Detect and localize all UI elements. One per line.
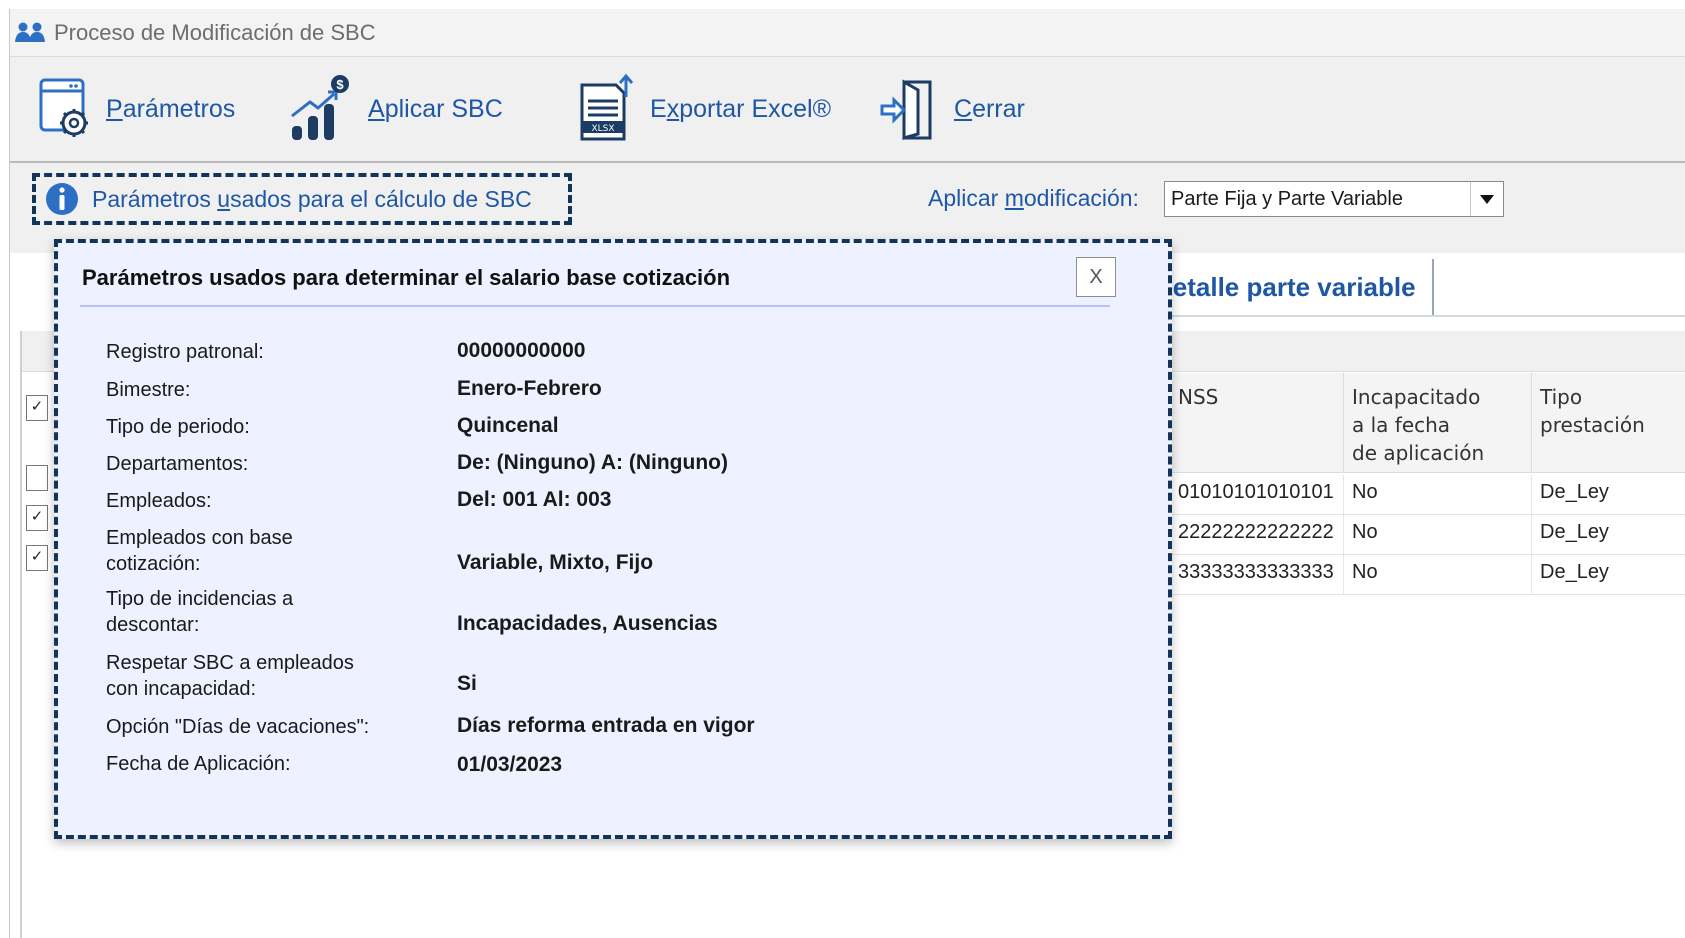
cell-nss: 33333333333333 [1170,555,1344,595]
bar-chart-dollar-icon: $ [291,75,349,140]
parametros-button[interactable]: Parámetros [38,71,235,147]
app-window: Proceso de Modificación de SBC Parámetro… [9,9,1685,938]
column-header-nss[interactable]: NSS [1170,373,1344,473]
param-label-line: con incapacidad: [106,678,257,700]
aplicar-sbc-label: Aplicar SBC [368,94,503,123]
param-label: Fecha de Aplicación: [106,753,291,775]
cell-tipo-prestacion: De_Ley [1532,475,1685,515]
param-label: Bimestre: [106,379,191,401]
column-header-tipo-prestacion[interactable]: Tipo prestación [1532,373,1685,473]
param-label: Empleados: [106,490,212,512]
param-label: Tipo de incidencias a descontar: [106,586,416,638]
cerrar-button[interactable]: Cerrar [880,71,1025,147]
aplicar-sbc-button[interactable]: $ Aplicar SBC [288,71,503,147]
header-text-line: Tipo [1540,385,1583,409]
close-button[interactable]: X [1076,257,1116,297]
param-value: 00000000000 [457,339,586,362]
parametros-label: Parámetros [106,94,236,123]
cell-tipo-prestacion: De_Ley [1532,555,1685,595]
param-value: Incapacidades, Ausencias [457,612,718,635]
svg-text:XLSX: XLSX [591,124,614,134]
grid-left-border [20,331,22,938]
param-label: Empleados con base cotización: [106,525,416,577]
tab-label: Detalle parte variable [1154,271,1416,302]
param-label: Departamentos: [106,453,249,475]
column-header-incapacitado[interactable]: Incapacitado a la fecha de aplicación [1344,373,1532,473]
param-label: Tipo de periodo: [106,416,250,438]
param-value: Del: 001 Al: 003 [457,488,612,511]
param-value: Quincenal [457,414,559,437]
tab-detalle-parte-variable[interactable]: Detalle parte variable [1134,259,1434,315]
cell-incapacitado: No [1344,555,1532,595]
cell-nss: 22222222222222 [1170,515,1344,555]
param-label: Opción "Días de vacaciones": [106,716,370,738]
row-checkbox[interactable] [26,465,48,491]
param-label-line: cotización: [106,553,201,575]
param-label: Respetar SBC a empleados con incapacidad… [106,650,416,702]
param-value: 01/03/2023 [457,753,563,776]
toolbar: Parámetros $ Aplicar SBC XLSX Exportar E… [10,57,1685,163]
title-bar: Proceso de Modificación de SBC [10,9,1685,57]
param-value: Enero-Febrero [457,377,602,400]
header-text-line: a la fecha [1352,413,1451,437]
popup-title: Parámetros usados para determinar el sal… [82,265,731,290]
window-title: Proceso de Modificación de SBC [54,19,376,45]
param-label-line: Empleados con base [106,527,293,549]
chevron-down-icon[interactable] [1470,182,1503,216]
header-text-line: prestación [1540,413,1645,437]
sbc-parameters-link[interactable]: Parámetros usados para el cálculo de SBC [32,173,572,225]
cell-incapacitado: No [1344,475,1532,515]
cell-tipo-prestacion: De_Ley [1532,515,1685,555]
exit-door-icon [880,79,932,140]
header-text: NSS [1178,385,1219,409]
sbc-parameters-label: Parámetros usados para el cálculo de SBC [92,185,532,212]
param-label-line: Tipo de incidencias a [106,588,294,610]
svg-text:$: $ [336,77,344,92]
cell-nss: 01010101010101 [1170,475,1344,515]
people-icon [15,22,45,42]
exportar-excel-label: Exportar Excel® [650,94,831,123]
info-icon [46,183,78,215]
param-value: Variable, Mixto, Fijo [457,551,654,574]
sbc-parameters-popup: Parámetros usados para determinar el sal… [54,239,1172,839]
excel-export-icon: XLSX [580,73,634,141]
cell-incapacitado: No [1344,515,1532,555]
param-value: Días reforma entrada en vigor [457,714,755,737]
tab-divider [1134,315,1685,317]
param-value: De: (Ninguno) A: (Ninguno) [457,451,728,474]
popup-divider [80,305,1110,307]
apply-modification-select[interactable]: Parte Fija y Parte Variable [1164,181,1504,217]
param-label: Registro patronal: [106,341,264,363]
param-label-line: descontar: [106,614,200,636]
header-text-line: de aplicación [1352,441,1485,465]
header-text-line: Incapacitado [1352,385,1481,409]
header-select-checkbox[interactable]: ✓ [26,395,48,421]
close-icon: X [1089,265,1103,288]
cerrar-label: Cerrar [954,94,1025,123]
apply-modification-label: Aplicar modificación: [928,185,1139,211]
exportar-excel-button[interactable]: XLSX Exportar Excel® [576,71,831,147]
settings-window-icon [39,78,88,137]
param-label-line: Respetar SBC a empleados [106,652,354,674]
row-checkbox[interactable]: ✓ [26,505,48,531]
apply-modification-value: Parte Fija y Parte Variable [1171,187,1403,210]
row-checkbox[interactable]: ✓ [26,545,48,571]
param-value: Si [457,672,477,695]
